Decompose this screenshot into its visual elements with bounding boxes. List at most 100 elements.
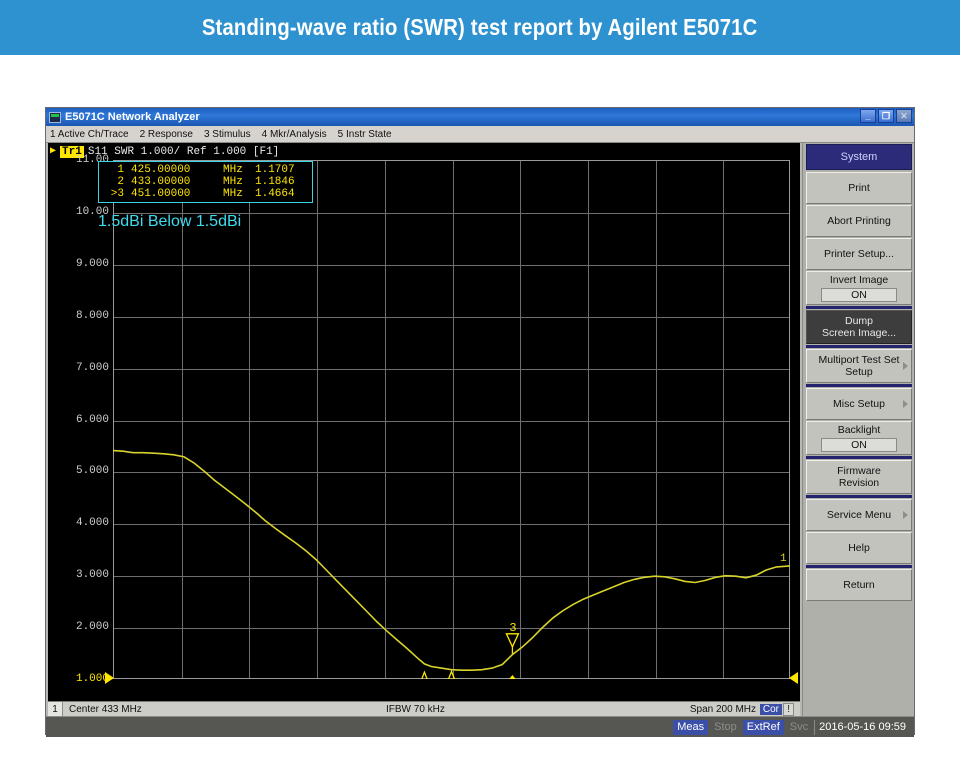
marker-id: >3 bbox=[110, 188, 124, 200]
softkey-label: Help bbox=[848, 542, 870, 554]
softkey-separator bbox=[806, 345, 912, 348]
span-label[interactable]: Span 200 MHz bbox=[690, 704, 756, 715]
page-title: Standing-wave ratio (SWR) test report by… bbox=[202, 14, 758, 40]
softkey-separator bbox=[806, 565, 912, 568]
y-axis-tick-label: 5.000 bbox=[75, 465, 109, 478]
softkey-label: Print bbox=[848, 182, 870, 194]
stop-stimulus-marker-icon bbox=[789, 672, 798, 684]
marker-value: 1.1707 bbox=[255, 164, 295, 176]
softkey-multiport-test-set-setup[interactable]: Multiport Test Set Setup bbox=[806, 349, 912, 383]
softkey-separator bbox=[806, 495, 912, 498]
y-axis-tick-label: 6.000 bbox=[75, 413, 109, 426]
trace-end-label: 1 bbox=[780, 553, 787, 565]
softkey-label: Multiport Test Set bbox=[818, 354, 900, 366]
softkey-label: Revision bbox=[838, 477, 880, 489]
minimize-button[interactable]: _ bbox=[860, 109, 876, 123]
trace-format-info: S11 SWR 1.000/ Ref 1.000 [F1] bbox=[87, 146, 280, 158]
softkey-label: Backlight bbox=[837, 424, 881, 436]
softkey-panel: System Print Abort Printing Printer Setup.… bbox=[802, 143, 914, 716]
menu-item-stimulus[interactable]: 3 Stimulus bbox=[204, 129, 251, 140]
softkey-label: Setup bbox=[845, 366, 873, 378]
chart-annotation: 1.5dBi Below 1.5dBi bbox=[98, 213, 242, 230]
menubar: 1 Active Ch/Trace 2 Response 3 Stimulus … bbox=[46, 126, 914, 143]
window-controls: _ ❐ ✕ bbox=[860, 109, 912, 123]
restore-button[interactable]: ❐ bbox=[878, 109, 894, 123]
channel-status-bar: 1 Center 433 MHz IFBW 70 kHz Span 200 MH… bbox=[48, 701, 800, 716]
y-axis-tick-label: 8.000 bbox=[75, 309, 109, 322]
softkey-label: Invert Image bbox=[829, 274, 889, 286]
softkey-misc-setup[interactable]: Misc Setup bbox=[806, 388, 912, 420]
extref-status: ExtRef bbox=[742, 719, 784, 735]
marker-id: 1 bbox=[117, 164, 124, 176]
stop-status: Stop bbox=[710, 719, 741, 735]
softkey-label: Return bbox=[843, 579, 875, 591]
marker-freq: 433.00000 bbox=[131, 176, 191, 188]
softkey-dump-screen-image[interactable]: Dump Screen Image... bbox=[806, 310, 912, 344]
marker-unit: MHz bbox=[223, 188, 243, 200]
center-frequency-label[interactable]: Center 433 MHz bbox=[63, 704, 142, 715]
ifbw-label[interactable]: IFBW 70 kHz bbox=[386, 704, 445, 715]
svc-status: Svc bbox=[785, 719, 813, 735]
y-axis-tick-label: 7.000 bbox=[75, 361, 109, 374]
app-icon bbox=[49, 111, 61, 123]
marker-number-label: 3 bbox=[509, 621, 516, 635]
softkey-label: Misc Setup bbox=[833, 398, 885, 410]
chevron-right-icon bbox=[903, 511, 908, 519]
marker-row[interactable]: >3 451.00000 MHz 1.4664 bbox=[102, 188, 307, 200]
trace-marker-1[interactable] bbox=[417, 670, 431, 679]
y-axis-tick-label: 3.000 bbox=[75, 569, 109, 582]
softkey-state-value: ON bbox=[821, 438, 897, 452]
correction-badge: Cor bbox=[759, 703, 782, 715]
meas-status: Meas bbox=[673, 719, 709, 735]
menu-item-response[interactable]: 2 Response bbox=[140, 129, 193, 140]
menu-item-instr-state[interactable]: 5 Instr State bbox=[338, 129, 392, 140]
measurement-screen: ▶ Tr1 S11 SWR 1.000/ Ref 1.000 [F1] 11.0… bbox=[48, 143, 800, 701]
softkey-invert-image[interactable]: Invert Image ON bbox=[806, 271, 912, 305]
softkey-label: Printer Setup... bbox=[823, 248, 895, 260]
window-titlebar: E5071C Network Analyzer _ ❐ ✕ bbox=[46, 108, 914, 126]
marker-table: 1 425.00000 MHz 1.1707 2 433.00000 MHz 1… bbox=[98, 161, 313, 203]
datetime-display: 2016-05-16 09:59 bbox=[814, 719, 910, 735]
softkey-help[interactable]: Help bbox=[806, 532, 912, 564]
channel-number: 1 bbox=[48, 702, 63, 716]
menu-item-active-ch-trace[interactable]: 1 Active Ch/Trace bbox=[50, 129, 129, 140]
softkey-separator bbox=[806, 456, 912, 459]
softkey-printer-setup[interactable]: Printer Setup... bbox=[806, 238, 912, 270]
y-axis-tick-label: 4.000 bbox=[75, 517, 109, 530]
softkey-backlight[interactable]: Backlight ON bbox=[806, 421, 912, 455]
trace-plot: 13 bbox=[113, 449, 790, 679]
softkey-label: Screen Image... bbox=[821, 327, 897, 339]
close-button[interactable]: ✕ bbox=[896, 109, 912, 123]
chevron-right-icon bbox=[903, 362, 908, 370]
marker-row[interactable]: 2 433.00000 MHz 1.1846 bbox=[102, 176, 307, 188]
marker-unit: MHz bbox=[223, 176, 243, 188]
softkey-state-value: ON bbox=[821, 288, 897, 302]
softkey-menu-title: System bbox=[806, 144, 912, 170]
warning-badge: ! bbox=[783, 702, 794, 716]
softkey-separator bbox=[806, 384, 912, 387]
marker-freq: 425.00000 bbox=[131, 164, 191, 176]
softkey-label: Service Menu bbox=[826, 509, 892, 521]
vna-application-window: E5071C Network Analyzer _ ❐ ✕ 1 Active C… bbox=[45, 107, 915, 737]
softkey-label: Dump bbox=[844, 315, 873, 327]
softkey-return[interactable]: Return bbox=[806, 569, 912, 601]
softkey-separator bbox=[806, 306, 912, 309]
y-axis-tick-label: 2.000 bbox=[75, 621, 109, 634]
y-axis-tick-label: 9.000 bbox=[75, 257, 109, 270]
trace-line bbox=[113, 449, 790, 671]
softkey-label: Firmware bbox=[837, 465, 881, 477]
softkey-print[interactable]: Print bbox=[806, 172, 912, 204]
marker-row[interactable]: 1 425.00000 MHz 1.1707 bbox=[102, 164, 307, 176]
softkey-service-menu[interactable]: Service Menu bbox=[806, 499, 912, 531]
menu-item-mkr-analysis[interactable]: 4 Mkr/Analysis bbox=[262, 129, 327, 140]
softkey-abort-printing[interactable]: Abort Printing bbox=[806, 205, 912, 237]
trace-marker-3[interactable]: 3 bbox=[505, 621, 520, 654]
marker-freq: 451.00000 bbox=[131, 188, 191, 200]
active-marker-stimulus-icon bbox=[509, 675, 516, 679]
softkey-firmware-revision[interactable]: Firmware Revision bbox=[806, 460, 912, 494]
trace-marker-2[interactable] bbox=[444, 669, 459, 679]
marker-unit: MHz bbox=[223, 164, 243, 176]
instrument-status-bar: Meas Stop ExtRef Svc 2016-05-16 09:59 bbox=[46, 716, 914, 737]
marker-value: 1.4664 bbox=[255, 188, 295, 200]
window-title: E5071C Network Analyzer bbox=[65, 111, 200, 123]
